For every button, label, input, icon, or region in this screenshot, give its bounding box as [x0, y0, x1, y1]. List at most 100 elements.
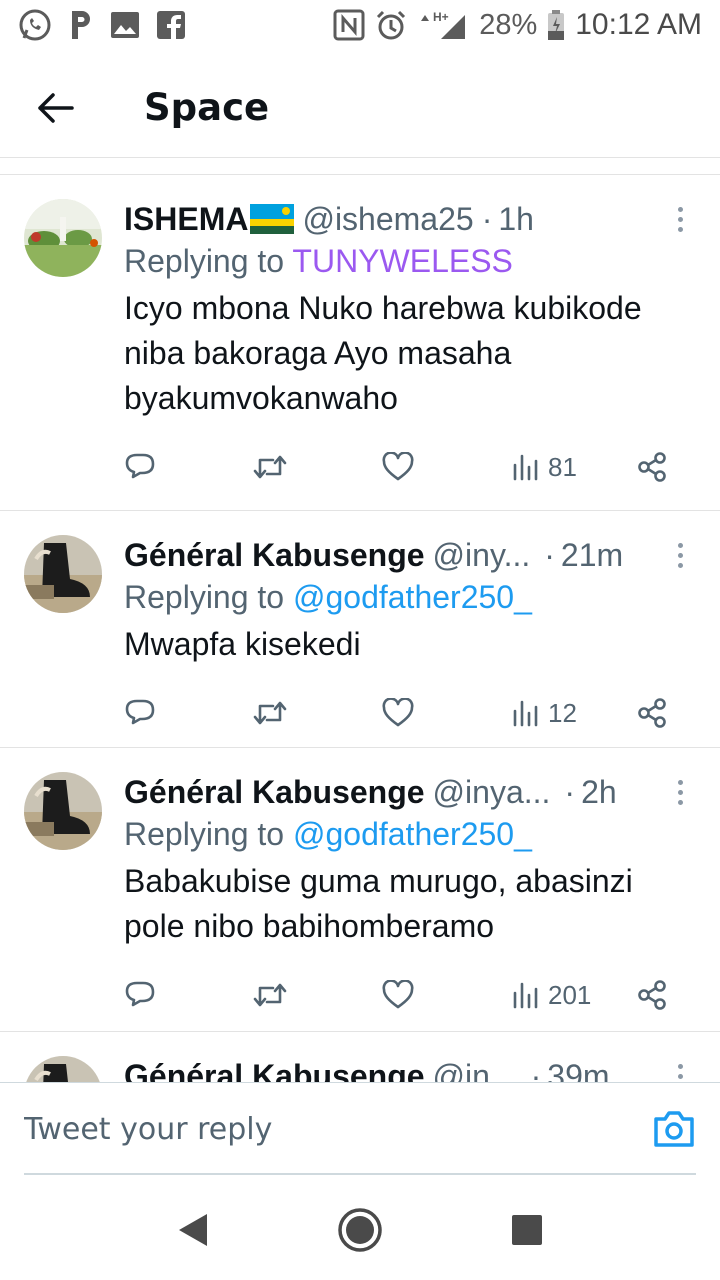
replying-to: Replying to @godfather250_ — [124, 816, 700, 853]
views-chart-icon — [513, 454, 538, 481]
author-handle[interactable]: @inya... — [433, 774, 551, 811]
retweet-button[interactable] — [252, 673, 288, 753]
replying-to-label: Replying to — [124, 579, 285, 615]
author-name[interactable]: Général Kabusenge — [124, 1058, 425, 1083]
page-title: Space — [144, 86, 270, 129]
heart-icon — [382, 452, 414, 481]
like-button[interactable] — [382, 427, 414, 507]
status-bar: H+ 28% 10:12 AM — [0, 0, 720, 50]
like-button[interactable] — [382, 673, 414, 753]
author-handle[interactable]: @iny... — [433, 537, 531, 574]
reply-feed[interactable]: ISHEMA @ishema25 · 1h Replying to TUNYWE… — [0, 174, 720, 1082]
reply-button[interactable] — [124, 673, 156, 753]
nfc-icon — [333, 9, 365, 41]
clock: 10:12 AM — [575, 8, 702, 41]
more-options-button[interactable] — [670, 535, 690, 575]
avatar[interactable] — [24, 772, 102, 850]
replying-to-label: Replying to — [124, 816, 285, 852]
system-recents-button[interactable] — [497, 1200, 557, 1260]
replying-to: Replying to @godfather250_ — [124, 579, 700, 616]
heart-icon — [382, 698, 414, 727]
circle-home-icon — [338, 1208, 382, 1252]
replying-to-link[interactable]: @godfather250_ — [293, 579, 532, 615]
author-name[interactable]: Général Kabusenge — [124, 537, 425, 574]
retweet-button[interactable] — [252, 427, 288, 507]
rwanda-flag-icon — [250, 204, 295, 234]
views-count: 81 — [548, 451, 577, 482]
views-button[interactable]: 12 — [512, 673, 577, 753]
separator-dot: · — [564, 773, 576, 810]
tweet-time[interactable]: 39m — [547, 1058, 609, 1083]
reply-input[interactable] — [24, 1083, 584, 1175]
alarm-icon — [375, 9, 407, 41]
retweet-icon — [253, 983, 287, 1007]
replying-to-link[interactable]: TUNYWELESS — [292, 243, 512, 279]
camera-button[interactable] — [652, 1109, 696, 1149]
gallery-icon — [110, 11, 140, 39]
camera-icon — [654, 1111, 694, 1147]
avatar[interactable] — [24, 199, 102, 277]
tweet-time[interactable]: 21m — [561, 537, 623, 574]
views-chart-icon — [513, 700, 538, 727]
arrow-left-icon — [38, 92, 74, 123]
battery-percent: 28% — [479, 8, 538, 41]
share-button[interactable] — [636, 427, 668, 507]
tweet-actions: 12 — [124, 673, 700, 753]
share-button[interactable] — [636, 673, 668, 753]
heart-icon — [382, 980, 414, 1009]
tweet-actions: 81 — [124, 427, 700, 507]
views-button[interactable]: 201 — [512, 955, 591, 1035]
separator-dot: · — [530, 1057, 542, 1083]
svg-text:H+: H+ — [433, 10, 449, 24]
tweet-time[interactable]: 2h — [581, 774, 617, 811]
share-icon — [638, 452, 666, 482]
battery-icon — [547, 9, 565, 41]
tweet-text: Babakubise guma murugo, abasinzi pole ni… — [124, 863, 633, 944]
views-chart-icon — [513, 982, 538, 1009]
reply-icon — [125, 981, 155, 1007]
more-options-button[interactable] — [670, 199, 690, 239]
top-app-bar: Space — [0, 58, 720, 158]
system-nav-bar — [0, 1180, 720, 1280]
retweet-icon — [253, 701, 287, 725]
tweet-text: Mwapfa kisekedi — [124, 626, 361, 662]
retweet-button[interactable] — [252, 955, 288, 1035]
author-name[interactable]: ISHEMA — [124, 201, 248, 238]
replying-to-link[interactable]: @godfather250_ — [293, 816, 532, 852]
author-handle[interactable]: @in... — [433, 1058, 517, 1083]
avatar[interactable] — [24, 535, 102, 613]
more-options-button[interactable] — [670, 772, 690, 812]
system-back-button[interactable] — [163, 1200, 223, 1260]
tweet-item[interactable]: Général Kabusenge @inya... · 2h Replying… — [0, 748, 720, 1032]
more-options-button[interactable] — [670, 1056, 690, 1082]
tweet-actions: 201 — [124, 955, 700, 1035]
composer-underline — [24, 1173, 696, 1175]
reply-button[interactable] — [124, 955, 156, 1035]
views-button[interactable]: 81 — [512, 427, 577, 507]
replying-to: Replying to TUNYWELESS — [124, 243, 700, 280]
reply-composer — [0, 1082, 720, 1175]
views-count: 12 — [548, 697, 577, 728]
retweet-icon — [253, 455, 287, 479]
views-count: 201 — [548, 979, 592, 1010]
share-button[interactable] — [636, 955, 668, 1035]
tweet-item[interactable]: ISHEMA @ishema25 · 1h Replying to TUNYWE… — [0, 175, 720, 511]
system-home-button[interactable] — [330, 1200, 390, 1260]
tweet-time[interactable]: 1h — [498, 201, 534, 238]
whatsapp-icon — [18, 8, 52, 42]
author-name[interactable]: Général Kabusenge — [124, 774, 425, 811]
signal-icon: H+ — [417, 9, 469, 41]
square-recents-icon — [511, 1215, 542, 1245]
author-handle[interactable]: @ishema25 — [302, 201, 473, 238]
facebook-icon — [156, 10, 186, 40]
tweet-text: Icyo mbona Nuko harebwa kubikode niba ba… — [124, 290, 642, 416]
reply-button[interactable] — [124, 427, 156, 507]
back-button[interactable] — [0, 58, 110, 158]
p-icon — [68, 9, 94, 41]
share-icon — [638, 698, 666, 728]
tweet-item[interactable]: Général Kabusenge @in... · 39m — [0, 1032, 720, 1082]
reply-icon — [125, 699, 155, 725]
tweet-item[interactable]: Général Kabusenge @iny... · 21m Replying… — [0, 511, 720, 748]
avatar[interactable] — [24, 1056, 102, 1082]
like-button[interactable] — [382, 955, 414, 1035]
